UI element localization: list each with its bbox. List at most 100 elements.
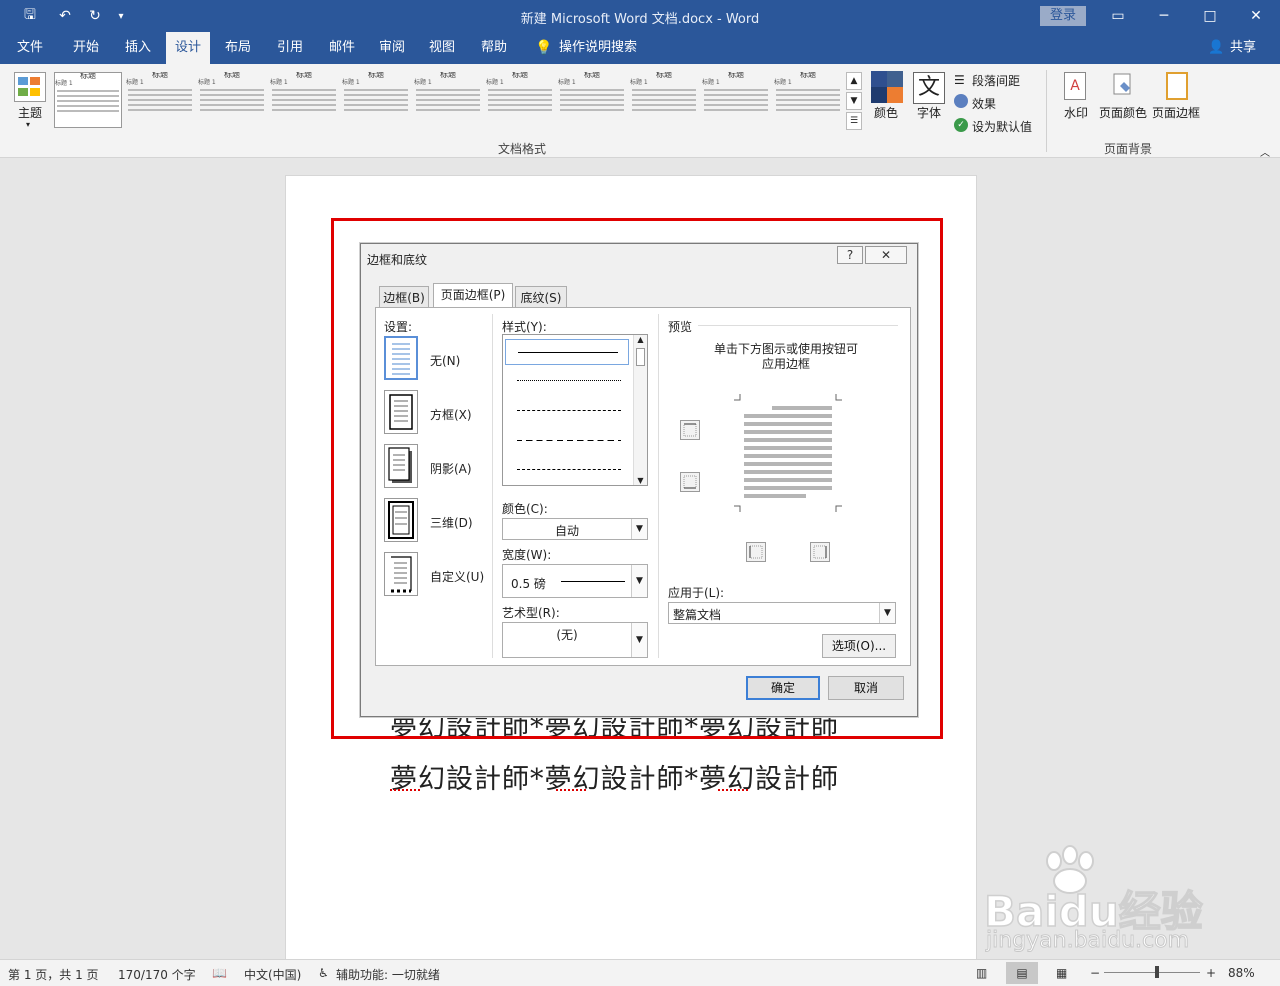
page-color-icon[interactable] [1110, 72, 1136, 100]
style-gallery-item[interactable]: 标题 标题 1 [558, 72, 626, 128]
text-line [416, 99, 480, 101]
spellcheck-underline [390, 789, 420, 791]
style-gallery-subtitle: 标题 1 [486, 79, 504, 86]
zoom-in-button[interactable]: + [1206, 966, 1216, 980]
login-button[interactable]: 登录 [1040, 6, 1086, 26]
style-gallery-title: 标题 [512, 72, 528, 79]
proofing-icon[interactable]: 📖 [212, 966, 227, 980]
text-line [560, 99, 624, 101]
watermark-button[interactable]: 水印 [1064, 104, 1088, 121]
gallery-up-button[interactable]: ▲ [846, 72, 862, 90]
text-line [776, 109, 840, 111]
tab-help[interactable]: 帮助 [472, 32, 516, 64]
style-gallery-item[interactable]: 标题标题 1 [702, 72, 770, 128]
text-line [704, 99, 768, 101]
style-gallery-item[interactable]: 标题 标题 1 [126, 72, 194, 128]
set-default-button[interactable]: 设为默认值 [972, 118, 1032, 135]
redo-icon[interactable]: ↻ [84, 6, 106, 26]
gallery-more-button[interactable]: ☰ [846, 112, 862, 130]
tab-home[interactable]: 开始 [64, 32, 108, 64]
text-line [200, 94, 264, 96]
text-line [488, 99, 552, 101]
word-count[interactable]: 170/170 个字 [118, 966, 196, 983]
text-line [488, 94, 552, 96]
style-gallery-item[interactable]: 标题标题 1 [486, 72, 554, 128]
collapse-ribbon-icon[interactable]: ︿ [1260, 144, 1270, 159]
text-line [128, 94, 192, 96]
highlight-box [331, 218, 943, 739]
style-gallery-subtitle: 标题 1 [198, 79, 216, 86]
page-count[interactable]: 第 1 页，共 1 页 [8, 966, 99, 983]
zoom-slider-thumb[interactable] [1155, 966, 1159, 978]
tell-me-search[interactable]: 操作说明搜索 [558, 32, 638, 64]
zoom-out-button[interactable]: − [1090, 966, 1100, 980]
paragraph-spacing-button[interactable]: 段落间距 [972, 72, 1020, 89]
language[interactable]: 中文(中国) [244, 966, 301, 983]
customize-qat-icon[interactable]: ▾ [112, 6, 130, 26]
effects-button[interactable]: 效果 [972, 95, 996, 112]
tab-file[interactable]: 文件 [10, 32, 50, 64]
zoom-slider[interactable] [1104, 972, 1200, 973]
tab-references[interactable]: 引用 [268, 32, 312, 64]
text-line [632, 109, 696, 111]
style-gallery-subtitle: 标题 1 [702, 79, 720, 86]
close-button[interactable]: ✕ [1238, 4, 1274, 28]
tab-design[interactable]: 设计 [166, 32, 210, 64]
style-gallery-item[interactable]: 标题 标题 1 [270, 72, 338, 128]
page-color-button[interactable]: 页面颜色 [1099, 104, 1147, 121]
theme-icon[interactable] [14, 72, 46, 102]
text-line [632, 94, 696, 96]
read-mode-icon[interactable]: ▥ [976, 966, 987, 980]
text-line [57, 95, 119, 97]
style-gallery-subtitle: 标题 1 [55, 80, 73, 87]
style-gallery-item[interactable]: 标题 标题 1 [630, 72, 698, 128]
gallery-down-button[interactable]: ▼ [846, 92, 862, 110]
colors-label[interactable]: 颜色 [874, 104, 898, 121]
page-borders-button[interactable]: 页面边框 [1152, 104, 1200, 121]
style-gallery-item[interactable]: 标题 标题 1 [198, 72, 266, 128]
fonts-label[interactable]: 字体 [917, 104, 941, 121]
text-line [344, 89, 408, 91]
restore-button[interactable]: □ [1192, 4, 1228, 28]
tab-layout[interactable]: 布局 [216, 32, 260, 64]
text-line [128, 104, 192, 106]
text-line [272, 99, 336, 101]
text-line [344, 109, 408, 111]
minimize-button[interactable]: ─ [1146, 4, 1182, 28]
spellcheck-underline [556, 789, 586, 791]
watermark-icon[interactable]: A [1064, 72, 1086, 100]
baidu-url: jingyan.baidu.com [985, 928, 1190, 954]
text-line [200, 99, 264, 101]
colors-icon[interactable] [871, 71, 903, 103]
text-line [128, 99, 192, 101]
spellcheck-underline [718, 789, 748, 791]
tab-review[interactable]: 审阅 [370, 32, 414, 64]
theme-button-label[interactable]: 主题 [18, 104, 42, 121]
style-gallery-item[interactable]: 标题 标题 1 [414, 72, 482, 128]
zoom-level[interactable]: 88% [1228, 966, 1255, 980]
ribbon-display-icon[interactable]: ▭ [1100, 4, 1136, 28]
text-line [344, 99, 408, 101]
tab-mailings[interactable]: 邮件 [320, 32, 364, 64]
page-borders-icon[interactable] [1166, 72, 1188, 100]
accessibility-status[interactable]: 辅助功能: 一切就绪 [336, 966, 440, 983]
chevron-down-icon: ▾ [26, 120, 31, 129]
style-gallery-title: 标题 [728, 72, 744, 79]
text-line [272, 109, 336, 111]
undo-icon[interactable]: ↶ [50, 6, 80, 26]
text-line [704, 89, 768, 91]
save-icon[interactable]: 🖫 [18, 6, 42, 26]
tab-insert[interactable]: 插入 [116, 32, 160, 64]
style-gallery-item[interactable]: 标题 标题 1 [774, 72, 842, 128]
style-gallery-subtitle: 标题 1 [342, 79, 360, 86]
document-line[interactable]: 夢幻設計師*夢幻設計師*夢幻設計師 [390, 757, 839, 796]
web-layout-icon[interactable]: ▦ [1056, 966, 1067, 980]
text-line [488, 89, 552, 91]
style-gallery-item[interactable]: 标题 标题 1 [54, 72, 122, 128]
fonts-icon[interactable]: 文 [913, 72, 945, 104]
style-gallery-item[interactable]: 标题标题 1 [342, 72, 410, 128]
print-layout-icon[interactable]: ▤ [1006, 962, 1038, 984]
style-gallery-title: 标题 [368, 72, 384, 79]
tab-view[interactable]: 视图 [420, 32, 464, 64]
share-button[interactable]: 共享 [1226, 32, 1260, 64]
